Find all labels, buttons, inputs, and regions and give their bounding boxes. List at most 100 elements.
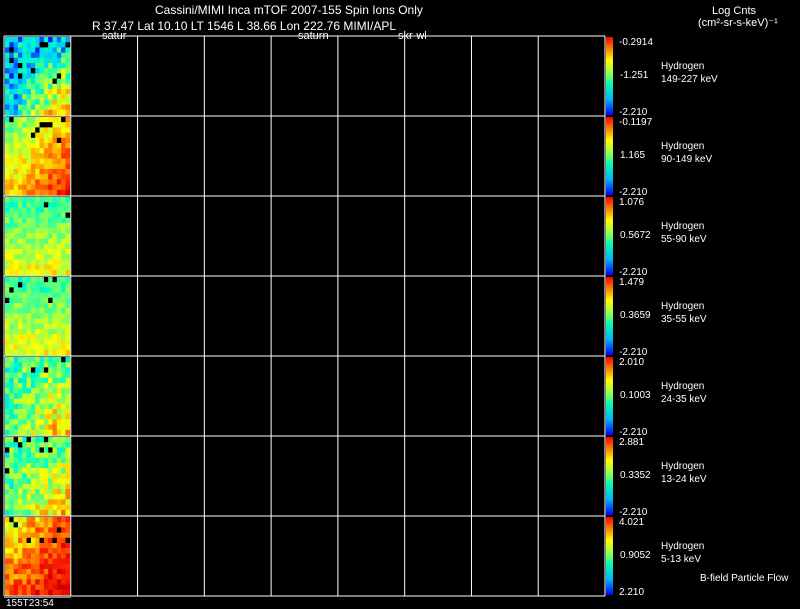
heatmap-cell: [56, 437, 62, 443]
heatmap-cell: [39, 212, 45, 219]
heatmap-cell: [5, 212, 10, 219]
heatmap-cell: [48, 323, 53, 330]
heatmap-cell: [61, 478, 66, 485]
heatmap-cell: [48, 388, 53, 394]
heatmap-cell: [22, 383, 27, 389]
heatmap-cell: [30, 308, 36, 314]
heatmap-cell: [30, 452, 36, 459]
heatmap-cell: [30, 197, 36, 203]
heatmap-cell: [5, 414, 10, 420]
heatmap-cell: [30, 457, 36, 464]
heatmap-cell: [13, 264, 19, 271]
figure-title: Cassini/MIMI Inca mTOF 2007-155 Spin Ion…: [155, 3, 423, 17]
heatmap-cell: [13, 584, 19, 591]
heatmap-cell: [35, 297, 40, 304]
heatmap-cell: [61, 437, 66, 443]
heatmap-cell: [30, 414, 36, 420]
heatmap-cell: [9, 429, 15, 436]
heatmap-cell: [56, 148, 62, 154]
heatmap-cell: [9, 504, 15, 511]
heatmap-cell: [30, 522, 36, 528]
heatmap-cell: [26, 543, 32, 549]
heatmap-cell: [52, 579, 58, 585]
heatmap-cell: [43, 153, 49, 159]
heatmap-cell: [22, 277, 27, 283]
heatmap-cell: [9, 249, 15, 255]
heatmap-cell: [52, 238, 58, 245]
heatmap-cell: [39, 78, 45, 85]
heatmap-cell: [30, 117, 36, 123]
heatmap-cell: [30, 429, 36, 436]
heatmap-cell: [22, 447, 27, 453]
heatmap-cell: [43, 362, 49, 368]
heatmap-cell: [13, 78, 19, 85]
heatmap-cell: [52, 334, 58, 340]
heatmap-cell: [9, 509, 15, 516]
heatmap-cell: [17, 313, 23, 319]
heatmap-cell: [39, 437, 45, 443]
heatmap-cell: [17, 94, 23, 100]
heatmap-cell: [30, 318, 36, 325]
heatmap-cell: [22, 318, 27, 325]
heatmap-cell: [35, 548, 40, 554]
heatmap-cell: [48, 37, 53, 43]
heatmap-cell: [65, 429, 71, 436]
heatmap-cell: [56, 553, 62, 559]
heatmap-cell: [39, 537, 45, 544]
heatmap-cell: [61, 169, 66, 175]
heatmap-cell: [30, 339, 36, 345]
heatmap-cell: [43, 163, 49, 170]
heatmap-cell: [30, 344, 36, 351]
heatmap-cell: [30, 47, 36, 53]
heatmap-cell: [35, 553, 40, 559]
heatmap-cell: [35, 558, 40, 565]
heatmap-cell: [61, 377, 66, 384]
heatmap-cell: [65, 99, 71, 105]
heatmap-cell: [5, 349, 10, 356]
heatmap-cell: [30, 543, 36, 549]
heatmap-cell: [35, 308, 40, 314]
heatmap-cell: [65, 414, 71, 420]
heatmap-cell: [65, 377, 71, 384]
heatmap-cell: [39, 158, 45, 165]
heatmap-cell: [65, 308, 71, 314]
heatmap-cell: [43, 212, 49, 219]
heatmap-cell: [43, 89, 49, 95]
heatmap-cell: [13, 409, 19, 415]
heatmap-cell: [56, 362, 62, 368]
heatmap-cell: [13, 357, 19, 363]
heatmap-cell: [17, 158, 23, 165]
heatmap-cell: [35, 78, 40, 85]
heatmap-cell: [48, 94, 53, 100]
heatmap-cell: [22, 388, 27, 394]
heatmap-cell: [17, 403, 23, 410]
heatmap-cell: [5, 569, 10, 575]
heatmap-cell: [56, 63, 62, 69]
heatmap-cell: [48, 233, 53, 239]
panel-energy-label: 149-227 keV: [661, 74, 718, 85]
heatmap-cell: [39, 579, 45, 585]
heatmap-cell: [9, 563, 15, 570]
heatmap-cell: [22, 282, 27, 288]
heatmap-cell: [30, 89, 36, 95]
heatmap-cell: [48, 437, 53, 443]
heatmap-cell: [5, 233, 10, 239]
heatmap-cell: [13, 174, 19, 180]
heatmap-cell: [56, 473, 62, 479]
heatmap-cell: [61, 527, 66, 533]
heatmap-cell: [65, 334, 71, 340]
heatmap-cell: [56, 589, 62, 596]
heatmap-cell: [39, 184, 45, 191]
heatmap-cell: [30, 148, 36, 154]
heatmap-cell: [61, 207, 66, 213]
heatmap-cell: [13, 243, 19, 250]
heatmap-cell: [43, 109, 49, 116]
heatmap-cell: [39, 489, 45, 495]
heatmap-cell: [61, 78, 66, 85]
heatmap-cell: [35, 574, 40, 580]
heatmap-cell: [43, 47, 49, 53]
heatmap-cell: [30, 189, 36, 196]
heatmap-cell: [61, 457, 66, 464]
heatmap-cell: [61, 473, 66, 479]
heatmap-cell: [43, 269, 49, 276]
